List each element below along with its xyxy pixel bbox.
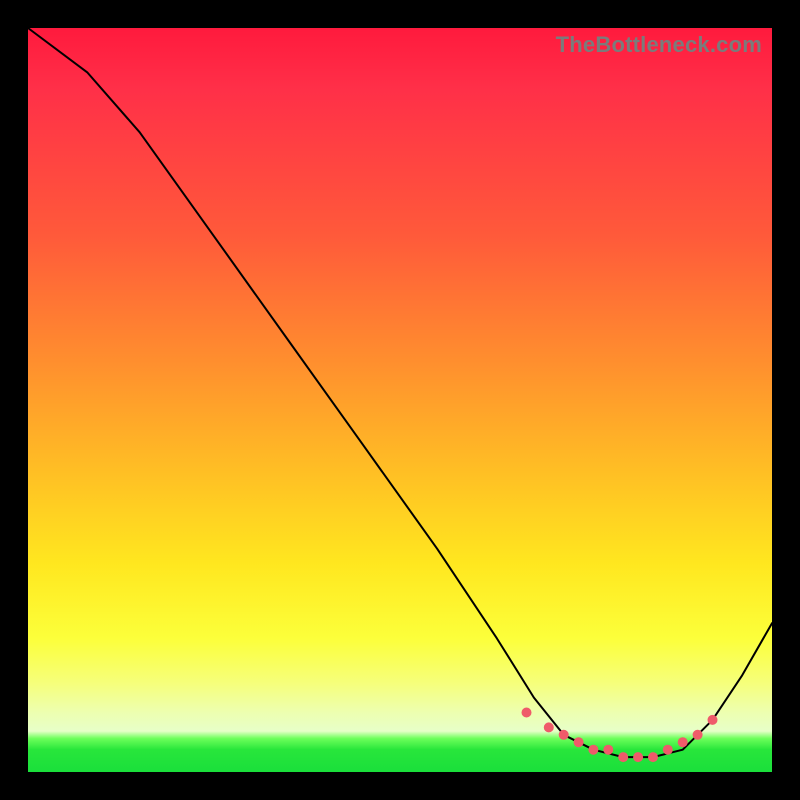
- plot-area: TheBottleneck.com: [28, 28, 772, 772]
- bottleneck-curve: [28, 28, 772, 757]
- curve-dot: [678, 737, 688, 747]
- curve-dot: [588, 745, 598, 755]
- curve-dot: [663, 745, 673, 755]
- curve-dot: [544, 722, 554, 732]
- curve-dot: [648, 752, 658, 762]
- curve-dot: [633, 752, 643, 762]
- curve-dot: [693, 730, 703, 740]
- curve-svg: [28, 28, 772, 772]
- curve-dot: [522, 708, 532, 718]
- curve-dot: [559, 730, 569, 740]
- curve-dot: [618, 752, 628, 762]
- curve-dot: [574, 737, 584, 747]
- curve-dot: [708, 715, 718, 725]
- curve-dot: [603, 745, 613, 755]
- chart-frame: TheBottleneck.com: [0, 0, 800, 800]
- marker-group: [522, 708, 718, 763]
